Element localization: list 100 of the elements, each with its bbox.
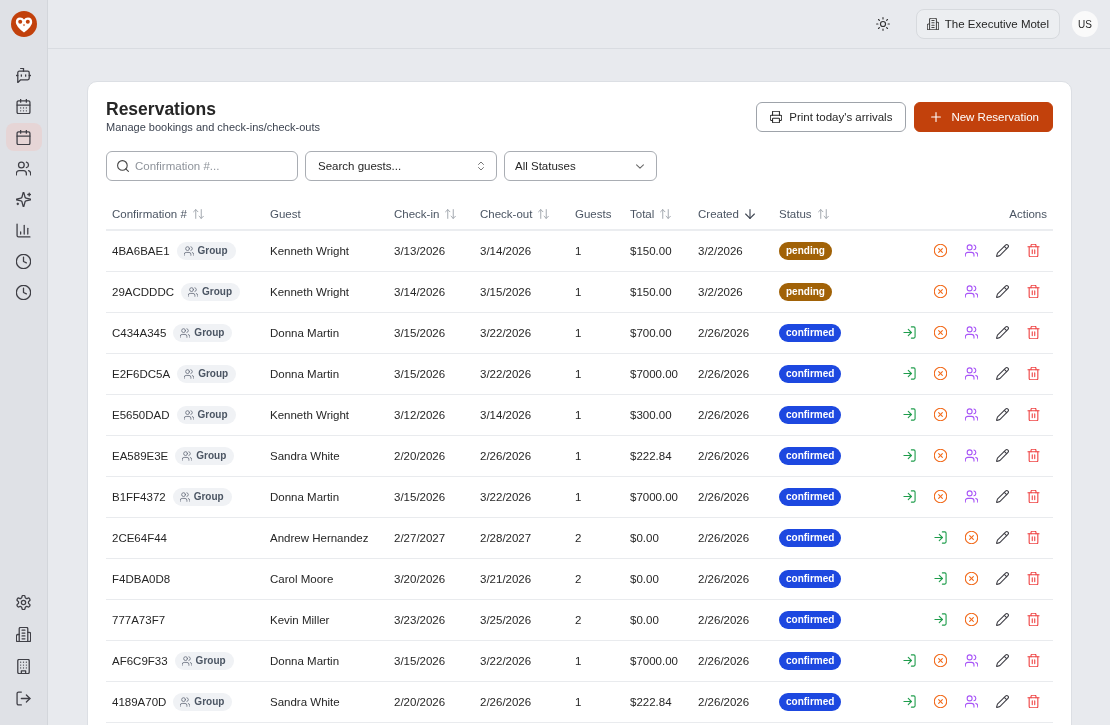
- pencil-icon: [995, 531, 1009, 544]
- confirmation-number: E5650DAD: [112, 408, 170, 421]
- table-cell: 3/22/2026: [474, 476, 569, 517]
- reservation-status: confirmed: [779, 446, 842, 465]
- user-avatar[interactable]: US: [1072, 11, 1098, 37]
- table-cell: $150.00: [624, 271, 692, 312]
- pencil-icon: [995, 613, 1009, 626]
- page-title: Reservations: [106, 98, 217, 120]
- new-reservation-button[interactable]: New Reservation: [914, 102, 1053, 132]
- table-cell: Donna Martin: [264, 312, 388, 353]
- reservation-status: confirmed: [779, 692, 842, 711]
- confirmation-number: 777A73F7: [112, 613, 166, 626]
- confirmation-number: 4189A70D: [112, 695, 167, 708]
- print-arrivals-button[interactable]: Print today's arrivals: [756, 102, 907, 132]
- login-icon: [902, 695, 916, 708]
- users-icon: [16, 160, 31, 176]
- printer-icon: [770, 111, 783, 123]
- chevrons-up-down-icon: [478, 161, 484, 171]
- users-icon: [964, 408, 978, 421]
- column-header[interactable]: Check-out: [480, 208, 533, 220]
- confirmation-search-field[interactable]: Confirmation #...: [106, 151, 298, 181]
- clock-icon: [16, 284, 31, 300]
- table-cell: Sandra White: [264, 681, 388, 722]
- column-header[interactable]: Check-in: [394, 208, 440, 220]
- table-cell: 2: [569, 599, 624, 640]
- table-cell: Kevin Miller: [264, 599, 388, 640]
- table-cell: 3/14/2026: [474, 230, 569, 271]
- users-icon: [179, 491, 190, 502]
- users-icon: [183, 245, 194, 256]
- table-cell: 3/22/2026: [474, 353, 569, 394]
- table-cell: 1: [569, 640, 624, 681]
- users-icon: [188, 286, 198, 297]
- table-cell: $0.00: [624, 599, 692, 640]
- users-icon: [964, 449, 978, 462]
- table-cell: Andrew Hernandez: [264, 517, 388, 558]
- pencil-icon: [995, 654, 1009, 667]
- group-text: Group: [194, 696, 225, 707]
- table-cell: 1: [569, 230, 624, 271]
- column-header[interactable]: Total: [630, 208, 655, 220]
- table-cell: 1: [569, 394, 624, 435]
- table-cell: 2/26/2026: [692, 640, 773, 681]
- users-icon: [964, 244, 978, 258]
- bar-chart-icon: [16, 222, 31, 238]
- table-cell: 3/14/2026: [388, 271, 474, 312]
- reservation-status: confirmed: [779, 364, 842, 383]
- table-cell: 2/26/2026: [692, 558, 773, 599]
- trash-icon: [1026, 695, 1040, 708]
- table-cell: Donna Martin: [264, 476, 388, 517]
- table-cell: 2: [569, 558, 624, 599]
- table-cell: $0.00: [624, 517, 692, 558]
- group-text: Group: [193, 491, 224, 502]
- column-header[interactable]: Confirmation #: [112, 208, 187, 220]
- login-icon: [933, 572, 947, 585]
- pencil-icon: [995, 572, 1009, 585]
- users-icon: [964, 285, 978, 298]
- users-icon: [180, 327, 191, 338]
- settings-icon: [16, 594, 31, 610]
- table-cell: 2/26/2026: [692, 435, 773, 476]
- search-icon: [117, 160, 129, 172]
- office-building-icon: [16, 658, 31, 674]
- table-cell: 1: [569, 271, 624, 312]
- table-cell: $0.00: [624, 558, 692, 599]
- column-header[interactable]: Created: [698, 208, 739, 220]
- reservation-status: confirmed: [779, 528, 842, 547]
- table-cell: 1: [569, 476, 624, 517]
- chevron-down-icon: [636, 163, 644, 169]
- table-cell: 3/15/2026: [388, 476, 474, 517]
- confirmation-number: B1FF4372: [112, 490, 166, 503]
- users-icon: [964, 490, 978, 503]
- pencil-icon: [995, 490, 1009, 503]
- table-cell: $150.00: [624, 230, 692, 271]
- status-select[interactable]: All Statuses: [504, 151, 657, 181]
- reservation-status: confirmed: [779, 651, 842, 670]
- table-cell: 3/20/2026: [388, 558, 474, 599]
- confirmation-number: EA589E3E: [112, 449, 169, 462]
- sidebar-item[interactable]: [5, 123, 42, 151]
- table-cell: 3/22/2026: [474, 640, 569, 681]
- calendar-icon: [16, 98, 31, 114]
- reservation-status: confirmed: [779, 610, 842, 629]
- users-icon: [180, 696, 191, 707]
- trash-icon: [1026, 613, 1040, 626]
- column-header[interactable]: Status: [779, 208, 812, 220]
- hotel-selector[interactable]: The Executive Motel: [915, 9, 1060, 39]
- table-cell: 2/26/2026: [692, 394, 773, 435]
- table-cell: $7000.00: [624, 476, 692, 517]
- confirmation-number: E2F6DC5A: [112, 367, 171, 380]
- confirmation-number: 29ACDDDC: [112, 285, 174, 298]
- sun-icon: [875, 17, 890, 31]
- column-header: Guests: [575, 208, 612, 220]
- users-icon: [964, 367, 978, 380]
- pencil-icon: [995, 408, 1009, 421]
- reservation-status: confirmed: [779, 569, 842, 588]
- table-cell: Sandra White: [264, 435, 388, 476]
- owl-logo: [10, 11, 37, 37]
- table-cell: 3/15/2026: [388, 640, 474, 681]
- table-cell: 2/20/2026: [388, 435, 474, 476]
- pencil-icon: [995, 285, 1009, 298]
- table-cell: 3/14/2026: [474, 394, 569, 435]
- table-cell: 3/25/2026: [474, 599, 569, 640]
- guest-search-combobox[interactable]: Search guests...: [305, 151, 497, 181]
